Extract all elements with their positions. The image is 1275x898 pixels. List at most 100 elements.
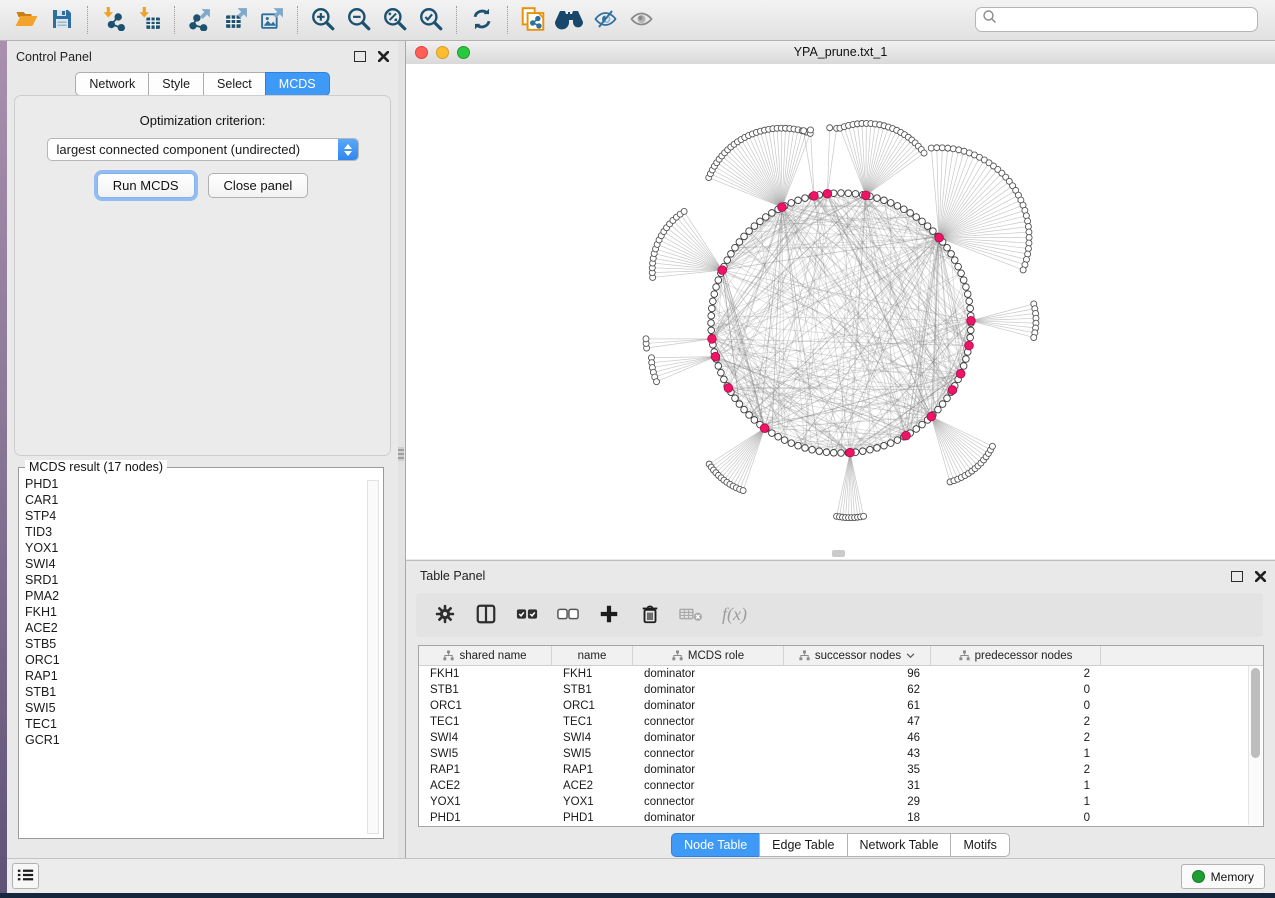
mcds-result-item[interactable]: SRD1 bbox=[25, 572, 365, 588]
table-row[interactable]: RAP1RAP1dominator352 bbox=[419, 762, 1263, 778]
network-window-titlebar[interactable]: YPA_prune.txt_1 bbox=[406, 41, 1275, 65]
cell-shared-name: RAP1 bbox=[419, 764, 552, 776]
table-row[interactable]: TEC1TEC1connector472 bbox=[419, 714, 1263, 730]
network-canvas[interactable] bbox=[406, 64, 1275, 559]
cell-shared-name: TEC1 bbox=[419, 716, 552, 728]
ring-node bbox=[781, 437, 788, 444]
search-network-button[interactable] bbox=[551, 4, 587, 36]
tab-node-table[interactable]: Node Table bbox=[671, 833, 760, 857]
tab-mcds[interactable]: MCDS bbox=[265, 72, 330, 96]
open-file-button[interactable] bbox=[8, 4, 44, 36]
mcds-result-item[interactable]: CAR1 bbox=[25, 492, 365, 508]
control-panel: Control Panel NetworkStyleSelectMCDS Opt… bbox=[7, 41, 398, 858]
leaf-node bbox=[801, 128, 807, 134]
zoom-out-button[interactable] bbox=[341, 4, 377, 36]
import-network-button[interactable] bbox=[95, 4, 131, 36]
table-row[interactable]: FKH1FKH1dominator962 bbox=[419, 666, 1263, 682]
deselect-all-button[interactable] bbox=[556, 603, 580, 627]
search-input[interactable] bbox=[998, 12, 1257, 28]
mcds-result-item[interactable]: GCR1 bbox=[25, 732, 365, 748]
mcds-result-item[interactable]: TID3 bbox=[25, 524, 365, 540]
memory-button[interactable]: Memory bbox=[1181, 864, 1265, 889]
leaf-node bbox=[740, 488, 746, 494]
column-header-mcds-role[interactable]: MCDS role bbox=[633, 646, 784, 665]
mcds-result-item[interactable]: PMA2 bbox=[25, 588, 365, 604]
add-column-button[interactable] bbox=[597, 603, 621, 627]
table-row[interactable]: ORC1ORC1dominator610 bbox=[419, 698, 1263, 714]
column-header-successor-nodes[interactable]: successor nodes bbox=[784, 646, 931, 665]
table-settings-button[interactable] bbox=[433, 603, 457, 627]
splitter-grip[interactable] bbox=[398, 447, 404, 461]
plus-icon bbox=[598, 603, 620, 628]
network-graph[interactable] bbox=[406, 64, 1275, 559]
mcds-list-scrollbar[interactable] bbox=[367, 480, 379, 834]
zoom-fit-button[interactable] bbox=[377, 4, 413, 36]
mcds-result-item[interactable]: STB5 bbox=[25, 636, 365, 652]
float-panel-icon[interactable] bbox=[353, 49, 367, 63]
mcds-result-item[interactable]: FKH1 bbox=[25, 604, 365, 620]
hide-selected-button[interactable] bbox=[587, 4, 623, 36]
delete-table-button[interactable] bbox=[679, 603, 703, 627]
mcds-result-item[interactable]: ORC1 bbox=[25, 652, 365, 668]
run-mcds-button[interactable]: Run MCDS bbox=[97, 173, 195, 198]
show-all-button[interactable] bbox=[623, 4, 659, 36]
tab-select[interactable]: Select bbox=[203, 72, 266, 96]
refresh-button[interactable] bbox=[464, 4, 500, 36]
leaf-node bbox=[827, 125, 833, 131]
open-folder-icon bbox=[13, 7, 40, 34]
criterion-dropdown[interactable]: largest connected component (undirected) bbox=[47, 138, 359, 161]
tab-style[interactable]: Style bbox=[148, 72, 204, 96]
mcds-result-item[interactable]: SWI5 bbox=[25, 700, 365, 716]
mcds-result-item[interactable]: PHD1 bbox=[25, 476, 365, 492]
ring-node bbox=[874, 445, 881, 452]
mcds-result-item[interactable]: TEC1 bbox=[25, 716, 365, 732]
table-scrollbar-thumb[interactable] bbox=[1251, 668, 1260, 758]
export-image-button[interactable] bbox=[254, 4, 290, 36]
delete-column-button[interactable] bbox=[638, 603, 662, 627]
network-view-window: YPA_prune.txt_1 bbox=[405, 41, 1275, 560]
save-session-button[interactable] bbox=[44, 4, 80, 36]
tab-network[interactable]: Network bbox=[75, 72, 149, 96]
task-history-button[interactable] bbox=[12, 863, 39, 889]
function-builder-button[interactable]: f(x) bbox=[720, 603, 754, 627]
canvas-splitter-grip[interactable] bbox=[832, 550, 845, 557]
column-header-shared-name[interactable]: shared name bbox=[419, 646, 552, 665]
eye-slash-icon bbox=[592, 7, 619, 34]
close-panel-icon[interactable] bbox=[376, 49, 390, 63]
mcds-result-item[interactable]: SWI4 bbox=[25, 556, 365, 572]
column-header-name[interactable]: name bbox=[552, 646, 633, 665]
table-row[interactable]: SWI5SWI5connector431 bbox=[419, 746, 1263, 762]
export-table-button[interactable] bbox=[218, 4, 254, 36]
table-scrollbar[interactable] bbox=[1248, 666, 1262, 825]
mcds-result-item[interactable]: STB1 bbox=[25, 684, 365, 700]
export-network-button[interactable] bbox=[182, 4, 218, 36]
ring-node bbox=[728, 251, 735, 258]
table-row[interactable]: STB1STB1dominator620 bbox=[419, 682, 1263, 698]
clone-network-button[interactable] bbox=[515, 4, 551, 36]
tab-motifs[interactable]: Motifs bbox=[950, 833, 1009, 857]
status-bar: Memory bbox=[7, 858, 1275, 893]
close-table-panel-icon[interactable] bbox=[1253, 569, 1267, 583]
mcds-result-item[interactable]: RAP1 bbox=[25, 668, 365, 684]
table-row[interactable]: PHD1PHD1dominator180 bbox=[419, 810, 1263, 826]
table-row[interactable]: YOX1YOX1connector291 bbox=[419, 794, 1263, 810]
zoom-selected-button[interactable] bbox=[413, 4, 449, 36]
float-table-panel-icon[interactable] bbox=[1230, 569, 1244, 583]
mcds-result-item[interactable]: STP4 bbox=[25, 508, 365, 524]
select-all-button[interactable] bbox=[515, 603, 539, 627]
table-row[interactable]: ACE2ACE2connector311 bbox=[419, 778, 1263, 794]
close-panel-button[interactable]: Close panel bbox=[208, 173, 309, 198]
import-table-button[interactable] bbox=[131, 4, 167, 36]
network-search-box[interactable] bbox=[975, 7, 1258, 32]
mcds-node bbox=[965, 341, 974, 350]
show-columns-button[interactable] bbox=[474, 603, 498, 627]
mcds-result-item[interactable]: ACE2 bbox=[25, 620, 365, 636]
tab-edge-table[interactable]: Edge Table bbox=[759, 833, 847, 857]
column-header-predecessor-nodes[interactable]: predecessor nodes bbox=[931, 646, 1101, 665]
cell-shared-name: PHD1 bbox=[419, 812, 552, 824]
cell-mcds-role: connector bbox=[633, 748, 784, 760]
tab-network-table[interactable]: Network Table bbox=[847, 833, 952, 857]
table-row[interactable]: SWI4SWI4dominator462 bbox=[419, 730, 1263, 746]
zoom-in-button[interactable] bbox=[305, 4, 341, 36]
mcds-result-item[interactable]: YOX1 bbox=[25, 540, 365, 556]
